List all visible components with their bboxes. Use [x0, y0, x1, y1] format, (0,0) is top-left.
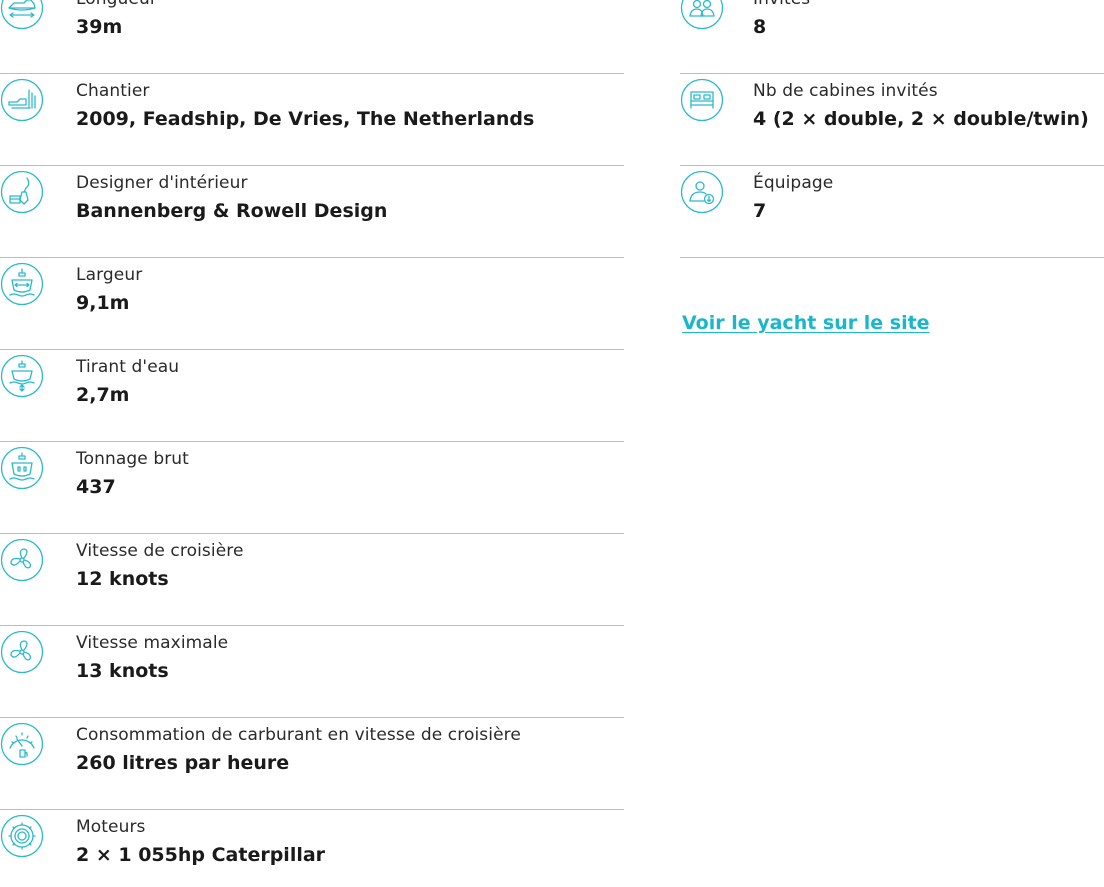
- spec-label: Vitesse maximale: [76, 633, 229, 653]
- draft-icon: [0, 354, 44, 398]
- spec-label: Consommation de carburant en vitesse de …: [76, 725, 521, 745]
- spec-label: Longueur: [76, 0, 157, 9]
- spec-label: Vitesse de croisière: [76, 541, 244, 561]
- gross-tonnage-icon: [0, 446, 44, 490]
- spec-cabins: Nb de cabines invités 4 (2 × double, 2 ×…: [680, 74, 1104, 166]
- spec-value: 2,7m: [76, 384, 130, 406]
- yacht-length-icon: [0, 0, 44, 30]
- spec-label: Nb de cabines invités: [753, 81, 938, 101]
- spec-max-speed: Vitesse maximale 13 knots: [0, 626, 624, 718]
- spec-gross-tonnage: Tonnage brut 437: [0, 442, 624, 534]
- spec-interior-designer: Designer d'intérieur Bannenberg & Rowell…: [0, 166, 624, 258]
- spec-value: 39m: [76, 16, 123, 38]
- bed-icon: [680, 78, 724, 122]
- propeller-icon: [0, 538, 44, 582]
- spec-label: Chantier: [76, 81, 150, 101]
- guests-icon: [680, 0, 724, 30]
- spec-value: 12 knots: [76, 568, 169, 590]
- spec-label: Tonnage brut: [76, 449, 189, 469]
- beam-icon: [0, 262, 44, 306]
- spec-engines: Moteurs 2 × 1 055hp Caterpillar: [0, 810, 624, 887]
- spec-value: 13 knots: [76, 660, 169, 682]
- spec-value: 8: [753, 16, 767, 38]
- shipyard-icon: [0, 78, 44, 122]
- spec-label: Largeur: [76, 265, 143, 285]
- spec-value: 9,1m: [76, 292, 130, 314]
- spec-shipyard: Chantier 2009, Feadship, De Vries, The N…: [0, 74, 624, 166]
- view-yacht-link[interactable]: Voir le yacht sur le site: [682, 312, 930, 334]
- interior-designer-icon: [0, 170, 44, 214]
- spec-label: Invités: [753, 0, 810, 9]
- specs-right-column: Invités 8 Nb de cabines invités 4 (2 × d…: [680, 0, 1104, 258]
- propeller-icon: [0, 630, 44, 674]
- spec-label: Moteurs: [76, 817, 146, 837]
- engine-gear-icon: [0, 814, 44, 858]
- spec-value: 4 (2 × double, 2 × double/twin): [753, 108, 1089, 130]
- spec-value: 260 litres par heure: [76, 752, 290, 774]
- spec-fuel-consumption: Consommation de carburant en vitesse de …: [0, 718, 624, 810]
- spec-label: Équipage: [753, 173, 834, 193]
- spec-beam: Largeur 9,1m: [0, 258, 624, 350]
- yacht-specs-page: Longueur 39m Chantier 2009, Feadship, De…: [0, 0, 1104, 887]
- spec-label: Tirant d'eau: [76, 357, 180, 377]
- spec-crew: Équipage 7: [680, 166, 1104, 258]
- spec-length: Longueur 39m: [0, 0, 624, 74]
- spec-draft: Tirant d'eau 2,7m: [0, 350, 624, 442]
- spec-value: 7: [753, 200, 767, 222]
- spec-cruising-speed: Vitesse de croisière 12 knots: [0, 534, 624, 626]
- specs-left-column: Longueur 39m Chantier 2009, Feadship, De…: [0, 0, 624, 887]
- crew-icon: [680, 170, 724, 214]
- spec-value: 2 × 1 055hp Caterpillar: [76, 844, 326, 866]
- spec-guests: Invités 8: [680, 0, 1104, 74]
- spec-label: Designer d'intérieur: [76, 173, 248, 193]
- spec-value: 437: [76, 476, 116, 498]
- fuel-gauge-icon: [0, 722, 44, 766]
- spec-value: 2009, Feadship, De Vries, The Netherland…: [76, 108, 535, 130]
- spec-value: Bannenberg & Rowell Design: [76, 200, 388, 222]
